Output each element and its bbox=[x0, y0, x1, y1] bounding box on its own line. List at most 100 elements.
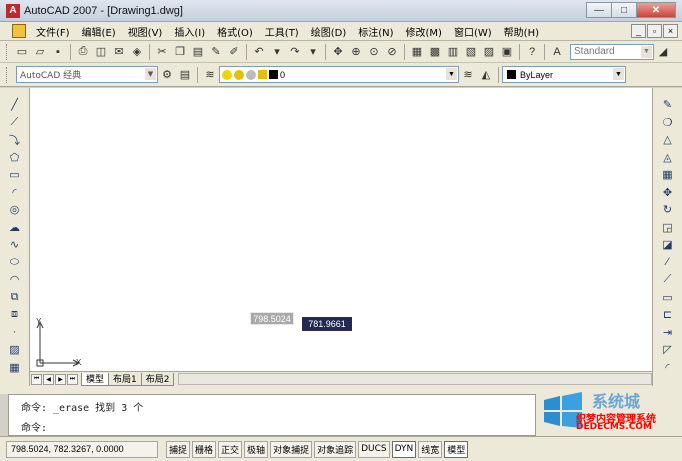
copy-icon[interactable]: ❐ bbox=[171, 43, 189, 61]
command-prompt[interactable]: 命令: bbox=[21, 419, 47, 434]
zoom-previous-icon[interactable]: ⊘ bbox=[383, 43, 401, 61]
array-icon[interactable]: ▦ bbox=[659, 166, 677, 184]
coordinate-readout[interactable]: 798.5024, 782.3267, 0.0000 bbox=[6, 440, 158, 458]
sun-icon[interactable] bbox=[234, 69, 244, 80]
pan-icon[interactable]: ✥ bbox=[329, 43, 347, 61]
spline-icon[interactable]: ∿ bbox=[6, 236, 24, 254]
circle-icon[interactable]: ◎ bbox=[6, 201, 24, 219]
plot-icon[interactable]: ⎙ bbox=[74, 43, 92, 61]
drawing-canvas[interactable]: Y X 798.5024 781.9661 bbox=[30, 88, 652, 371]
drawing-doc-icon[interactable] bbox=[12, 24, 26, 38]
ducs-toggle[interactable]: DUCS bbox=[358, 440, 390, 458]
3d-dwf-icon[interactable]: ◈ bbox=[128, 43, 146, 61]
trim-icon[interactable]: ⁄ bbox=[659, 254, 677, 272]
menu-help[interactable]: 帮助(H) bbox=[498, 24, 545, 39]
point-icon[interactable]: · bbox=[6, 324, 24, 342]
doc-restore-button[interactable]: ▫ bbox=[647, 24, 662, 38]
block-editor-icon[interactable]: ✐ bbox=[225, 43, 243, 61]
new-file-icon[interactable]: ▭ bbox=[13, 43, 31, 61]
sheet-set-icon[interactable]: ▧ bbox=[462, 43, 480, 61]
cut-icon[interactable]: ✂ bbox=[153, 43, 171, 61]
line-icon[interactable]: ╱ bbox=[6, 96, 24, 114]
lineweight-toggle[interactable]: 线宽 bbox=[418, 440, 443, 458]
dynamic-input-y[interactable]: 781.9661 bbox=[302, 317, 352, 331]
menu-format[interactable]: 格式(O) bbox=[211, 24, 259, 39]
break-icon[interactable]: ⊏ bbox=[659, 306, 677, 324]
menu-tools[interactable]: 工具(T) bbox=[259, 24, 305, 39]
doc-close-button[interactable]: × bbox=[663, 24, 678, 38]
tab-layout1[interactable]: 布局1 bbox=[108, 372, 142, 386]
scale-icon[interactable]: ◲ bbox=[659, 219, 677, 237]
rotate-icon[interactable]: ↻ bbox=[659, 201, 677, 219]
rectangle-icon[interactable]: ▭ bbox=[6, 166, 24, 184]
osnap-toggle[interactable]: 对象捕捉 bbox=[270, 440, 313, 458]
chamfer-icon[interactable]: ◸ bbox=[659, 341, 677, 359]
quickcalc-icon[interactable]: ▣ bbox=[498, 43, 516, 61]
construction-line-icon[interactable]: ⟋ bbox=[6, 114, 24, 132]
autocad-app-icon[interactable]: A bbox=[6, 3, 20, 18]
fillet-icon[interactable]: ◜ bbox=[659, 359, 677, 377]
lightbulb-icon[interactable] bbox=[222, 69, 232, 80]
menu-draw[interactable]: 绘图(D) bbox=[305, 24, 353, 39]
model-toggle[interactable]: 模型 bbox=[444, 440, 469, 458]
zoom-realtime-icon[interactable]: ⊕ bbox=[347, 43, 365, 61]
close-button[interactable]: ✕ bbox=[636, 2, 676, 18]
redo-dropdown-icon[interactable]: ▾ bbox=[304, 43, 322, 61]
menu-modify[interactable]: 修改(M) bbox=[400, 24, 448, 39]
tab-model[interactable]: 模型 bbox=[81, 372, 110, 386]
workspace-select[interactable]: AutoCAD 经典 ▼ bbox=[16, 66, 158, 83]
menu-dimension[interactable]: 标注(N) bbox=[352, 24, 399, 39]
command-window[interactable]: 命令: _erase 找到 3 个 命令: bbox=[8, 394, 536, 436]
dynamic-input-x[interactable]: 798.5024 bbox=[250, 312, 294, 325]
layer-properties-icon[interactable]: ≋ bbox=[201, 66, 219, 84]
redo-icon[interactable]: ↷ bbox=[286, 43, 304, 61]
plot-preview-icon[interactable]: ◫ bbox=[92, 43, 110, 61]
offset-icon[interactable]: ◬ bbox=[659, 149, 677, 167]
workspace-save-icon[interactable]: ▤ bbox=[176, 66, 194, 84]
workspace-settings-icon[interactable]: ⚙ bbox=[158, 66, 176, 84]
gradient-icon[interactable]: ▦ bbox=[6, 359, 24, 377]
otrack-toggle[interactable]: 对象追踪 bbox=[314, 440, 357, 458]
ellipse-icon[interactable]: ⬭ bbox=[6, 254, 24, 272]
arc-icon[interactable]: ◜ bbox=[6, 184, 24, 202]
layer-select[interactable]: 0 ▼ bbox=[219, 66, 459, 83]
match-properties-icon[interactable]: ✎ bbox=[207, 43, 225, 61]
copy-object-icon[interactable]: ❍ bbox=[659, 114, 677, 132]
properties-icon[interactable]: ▦ bbox=[408, 43, 426, 61]
revision-cloud-icon[interactable]: ☁ bbox=[6, 219, 24, 237]
publish-icon[interactable]: ✉ bbox=[110, 43, 128, 61]
first-tab-icon[interactable]: ⏮ bbox=[31, 373, 42, 385]
help-icon[interactable]: ? bbox=[523, 43, 541, 61]
prev-tab-icon[interactable]: ◀ bbox=[43, 373, 54, 385]
markup-set-icon[interactable]: ▨ bbox=[480, 43, 498, 61]
layer-viewport-icon[interactable] bbox=[246, 69, 256, 80]
snap-toggle[interactable]: 捕捉 bbox=[166, 440, 191, 458]
maximize-button[interactable]: □ bbox=[611, 2, 637, 18]
make-block-icon[interactable]: ⧈ bbox=[6, 306, 24, 324]
tool-palettes-icon[interactable]: ▥ bbox=[444, 43, 462, 61]
lock-icon[interactable] bbox=[258, 70, 267, 79]
doc-minimize-button[interactable]: _ bbox=[631, 24, 646, 38]
menu-view[interactable]: 视图(V) bbox=[122, 24, 169, 39]
insert-block-icon[interactable]: ⧉ bbox=[6, 289, 24, 307]
last-tab-icon[interactable]: ⏭ bbox=[67, 373, 78, 385]
save-icon[interactable]: ▪ bbox=[49, 43, 67, 61]
polar-toggle[interactable]: 极轴 bbox=[244, 440, 269, 458]
text-style-icon[interactable]: A bbox=[548, 43, 566, 61]
next-tab-icon[interactable]: ▶ bbox=[55, 373, 66, 385]
horizontal-scrollbar[interactable] bbox=[178, 373, 652, 385]
dimension-style-icon[interactable]: ◢ bbox=[654, 43, 672, 61]
menu-edit[interactable]: 编辑(E) bbox=[76, 24, 122, 39]
erase-icon[interactable]: ✎ bbox=[659, 96, 677, 114]
open-file-icon[interactable]: ▱ bbox=[31, 43, 49, 61]
undo-icon[interactable]: ↶ bbox=[250, 43, 268, 61]
ortho-toggle[interactable]: 正交 bbox=[218, 440, 243, 458]
paste-icon[interactable]: ▤ bbox=[189, 43, 207, 61]
layer-previous-icon[interactable]: ◭ bbox=[477, 66, 495, 84]
menu-insert[interactable]: 插入(I) bbox=[168, 24, 211, 39]
text-style-select[interactable]: Standard ▼ bbox=[570, 43, 654, 60]
dyn-toggle[interactable]: DYN bbox=[391, 440, 417, 458]
color-select[interactable]: ByLayer ▼ bbox=[502, 66, 626, 83]
toolbar-grip[interactable] bbox=[6, 43, 10, 60]
zoom-window-icon[interactable]: ⊙ bbox=[365, 43, 383, 61]
